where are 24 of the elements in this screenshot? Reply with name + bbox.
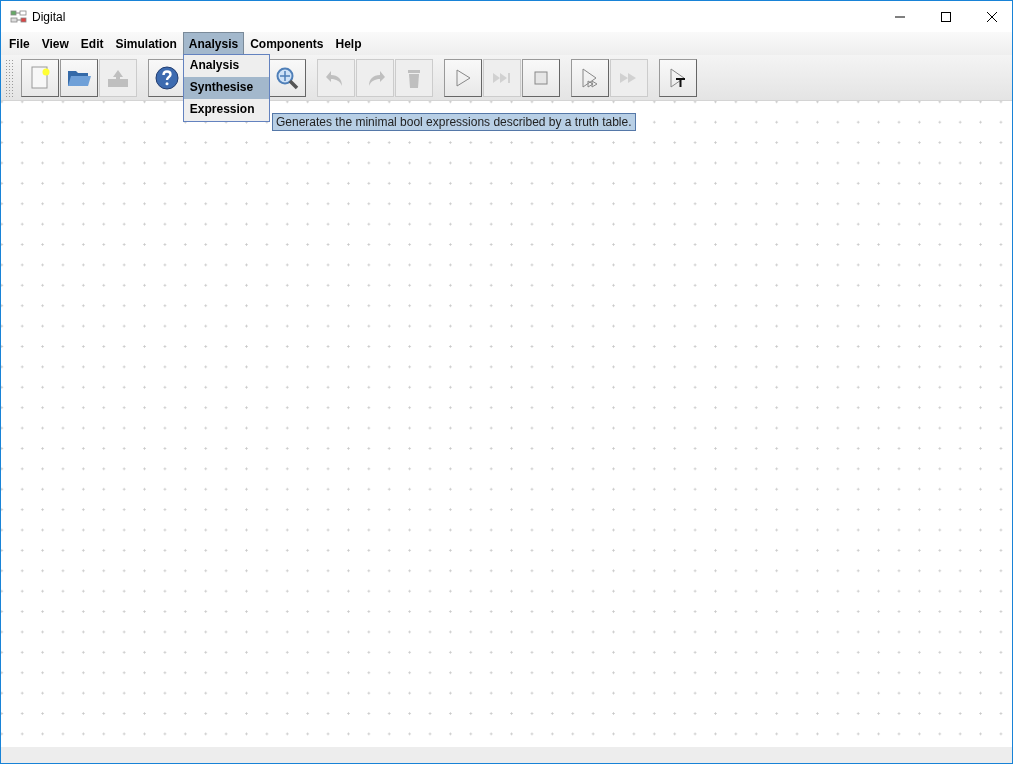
window-title: Digital (32, 9, 66, 24)
toolbar-button[interactable] (268, 58, 306, 97)
menu-item[interactable]: Simulation (109, 32, 183, 55)
menu-option[interactable]: Analysis (183, 55, 269, 77)
menu-item[interactable]: View (35, 32, 75, 55)
app-icon (10, 9, 28, 24)
help-icon (154, 64, 180, 91)
menu-item[interactable]: Edit (74, 32, 110, 55)
maximize-icon[interactable] (940, 10, 952, 23)
toolbar-button[interactable] (444, 58, 482, 97)
menu-item[interactable]: File (3, 32, 36, 55)
menu-item[interactable]: Help (329, 32, 368, 55)
menu-item[interactable]: Components (244, 32, 330, 55)
toolbar-button[interactable] (148, 58, 186, 97)
close-icon[interactable] (986, 10, 998, 23)
toolbar-button[interactable] (60, 58, 98, 97)
tooltip: Generates the minimal bool expressions described by a truth table. (272, 113, 636, 131)
menu-option[interactable]: Expression (183, 99, 269, 121)
toolbar-button[interactable] (659, 58, 697, 97)
toolbar-button[interactable] (571, 58, 609, 97)
menu-option[interactable]: Synthesise (183, 77, 269, 99)
toolbar-button[interactable] (522, 58, 560, 97)
toolbar-button[interactable] (21, 58, 59, 97)
menu-item[interactable]: Analysis (182, 32, 245, 55)
